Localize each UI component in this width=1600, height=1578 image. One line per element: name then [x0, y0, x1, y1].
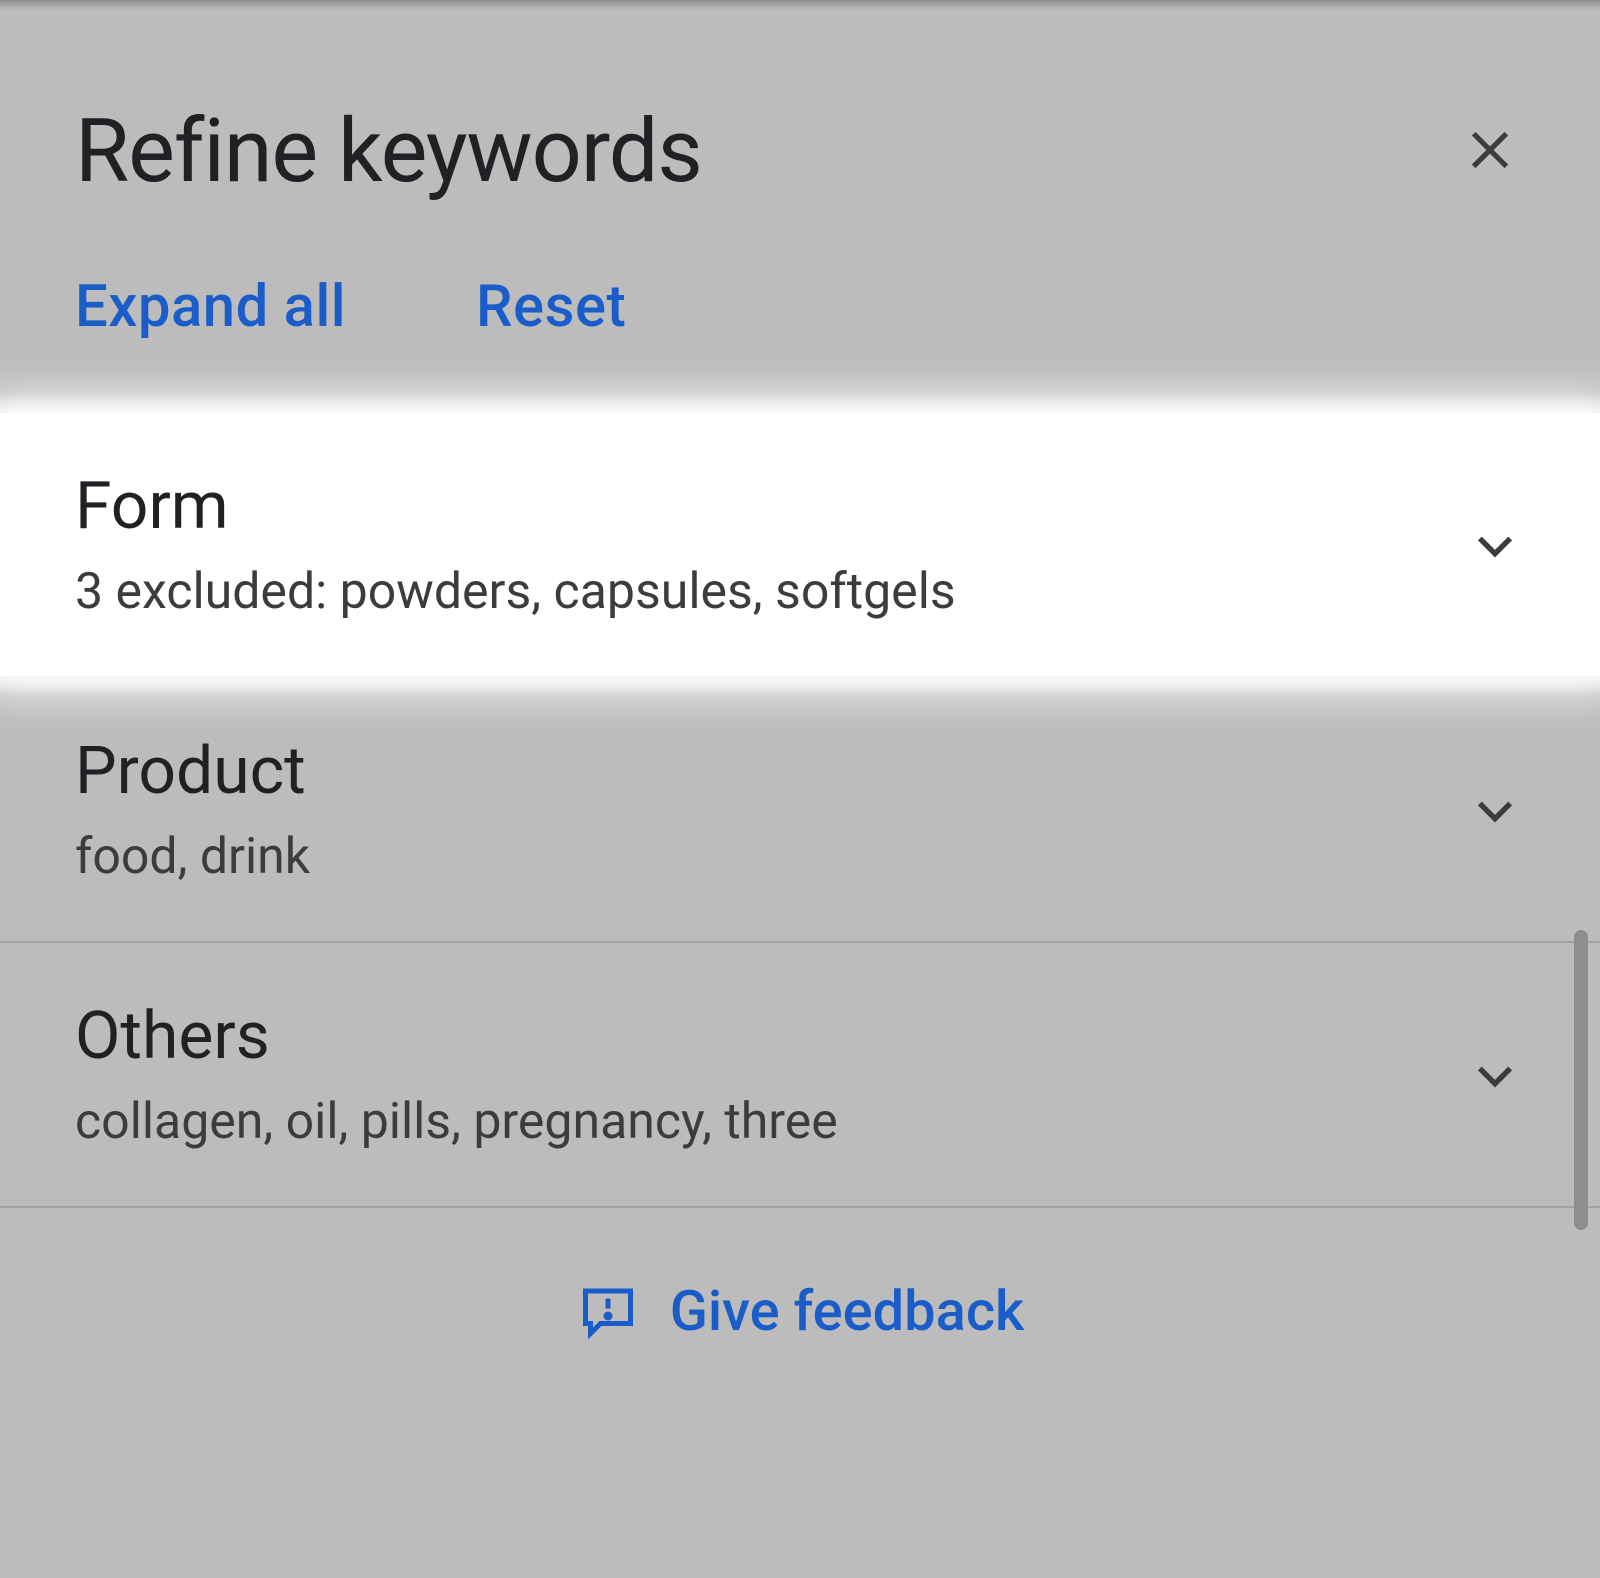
panel-actions: Expand all Reset — [0, 233, 1600, 411]
reset-button[interactable]: Reset — [476, 273, 626, 341]
feedback-icon — [576, 1279, 640, 1343]
category-subtitle: food, drink — [75, 828, 310, 886]
category-title: Product — [75, 733, 310, 810]
category-text: Others collagen, oil, pills, pregnancy, … — [75, 998, 838, 1151]
category-title: Others — [75, 998, 838, 1075]
scrollbar[interactable] — [1574, 930, 1588, 1230]
refine-keywords-panel: Refine keywords Expand all Reset Form 3 … — [0, 0, 1600, 1578]
category-form[interactable]: Form 3 excluded: powders, capsules, soft… — [0, 413, 1600, 676]
category-text: Product food, drink — [75, 733, 310, 886]
feedback-label: Give feedback — [670, 1278, 1025, 1344]
category-title: Form — [75, 468, 956, 545]
category-text: Form 3 excluded: powders, capsules, soft… — [75, 468, 956, 621]
category-subtitle: 3 excluded: powders, capsules, softgels — [75, 563, 956, 621]
close-icon — [1462, 122, 1518, 182]
chevron-down-icon — [1465, 1045, 1525, 1105]
chevron-down-icon — [1465, 780, 1525, 840]
feedback-row[interactable]: Give feedback — [0, 1206, 1600, 1414]
panel-header: Refine keywords — [0, 0, 1600, 233]
panel-title: Refine keywords — [75, 100, 702, 203]
expand-all-button[interactable]: Expand all — [75, 273, 346, 341]
chevron-down-icon — [1465, 515, 1525, 575]
close-button[interactable] — [1455, 117, 1525, 187]
top-shadow — [0, 0, 1600, 10]
category-product[interactable]: Product food, drink — [0, 676, 1600, 941]
category-subtitle: collagen, oil, pills, pregnancy, three — [75, 1093, 838, 1151]
category-others[interactable]: Others collagen, oil, pills, pregnancy, … — [0, 941, 1600, 1206]
